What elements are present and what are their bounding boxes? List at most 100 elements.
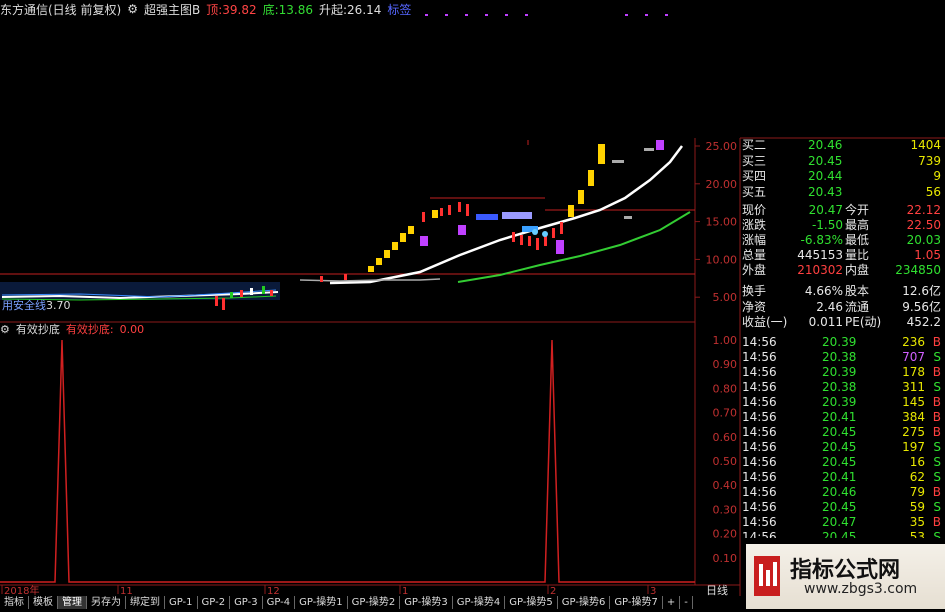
order-label: 买三 <box>742 153 767 168</box>
stats-row: 涨跌 -1.50 最高 22.50 <box>740 218 945 233</box>
tick-time: 14:56 <box>742 529 777 539</box>
order-book-row: 买三 20.45 739 <box>740 154 945 169</box>
tick-time: 14:56 <box>742 484 777 499</box>
tick-time: 14:56 <box>742 349 777 364</box>
gear-icon[interactable]: ⚙ <box>0 323 10 336</box>
tab-14[interactable]: GP-操势6 <box>558 596 611 609</box>
tab-5[interactable]: GP-1 <box>165 596 198 609</box>
tick-row: 14:56 20.45 275 B <box>740 425 945 440</box>
stat-label: 涨跌 <box>742 218 767 232</box>
tick-time: 14:56 <box>742 439 777 454</box>
sub-series-value: 0.00 <box>119 322 145 336</box>
sub-chart-name[interactable]: 有效抄底 <box>16 321 60 337</box>
sub-tick-label: 0.70 <box>713 407 738 420</box>
order-price: 20.46 <box>808 138 843 152</box>
sub-tick-label: 0.40 <box>713 479 738 492</box>
sub-chart-title: ⚙ 有效抄底 有效抄底: 0.00 <box>0 321 145 337</box>
tick-volume: 16 <box>909 454 925 469</box>
sub-tick-label: 0.30 <box>713 503 738 516</box>
add-tab-button[interactable]: + <box>663 596 681 609</box>
tab-12[interactable]: GP-操势4 <box>453 596 506 609</box>
tab-11[interactable]: GP-操势3 <box>400 596 453 609</box>
tick-volume: 79 <box>909 484 925 499</box>
tick-row: 14:56 20.38 311 S <box>740 380 945 395</box>
tab-8[interactable]: GP-4 <box>263 596 296 609</box>
tick-side: B <box>932 364 941 379</box>
tab-9[interactable]: GP-操势1 <box>295 596 348 609</box>
order-book-row: 买四 20.44 9 <box>740 169 945 184</box>
watermark-title: 指标公式网 <box>790 558 901 583</box>
stat-value: -6.83% <box>800 233 843 247</box>
tick-volume: 62 <box>909 469 925 484</box>
tab-6[interactable]: GP-2 <box>198 596 231 609</box>
tab-2[interactable]: 管理 <box>58 596 87 609</box>
tab-1[interactable]: 模板 <box>29 596 58 609</box>
bottom-signal-line <box>0 339 695 583</box>
bottom-value: 13.86 <box>278 2 313 17</box>
tab-7[interactable]: GP-3 <box>230 596 263 609</box>
tab-15[interactable]: GP-操势7 <box>610 596 663 609</box>
tick-volume: 275 <box>902 424 925 439</box>
tick-side: B <box>932 514 941 529</box>
stat-label: 今开 <box>845 203 870 217</box>
safe-line-text: 用安全线 <box>2 299 46 312</box>
stat-label: 最高 <box>845 218 870 232</box>
tick-row: 14:56 20.39 178 B <box>740 365 945 380</box>
tick-side: S <box>933 454 941 469</box>
tick-time: 14:56 <box>742 364 777 379</box>
tick-time: 14:56 <box>742 379 777 394</box>
tick-side: S <box>933 379 941 394</box>
tick-price: 20.39 <box>822 334 857 349</box>
order-price: 20.43 <box>808 184 843 199</box>
sub-tick-label: 0.20 <box>713 528 738 541</box>
stat-value: 2.46 <box>816 299 843 314</box>
tick-volume: 59 <box>909 499 925 514</box>
tick-row: 14:56 20.45 59 S <box>740 500 945 515</box>
tick-side: B <box>932 484 941 499</box>
stat-value: 12.6亿 <box>902 284 941 298</box>
tick-volume: 197 <box>902 439 925 454</box>
sub-tick-label: 0.10 <box>713 552 738 565</box>
stat-value: 1.05 <box>914 248 941 262</box>
tab-3[interactable]: 另存为 <box>87 596 126 609</box>
tick-row: 14:56 20.47 35 B <box>740 515 945 530</box>
stats-row: 涨幅 -6.83% 最低 20.03 <box>740 233 945 248</box>
order-label: 买四 <box>742 169 767 183</box>
price-tick-label: 25.00 <box>706 140 738 153</box>
tick-row: 14:56 20.41 384 B <box>740 410 945 425</box>
sub-tick-label: 0.90 <box>713 358 738 371</box>
tick-price: 20.46 <box>822 484 857 499</box>
sub-tick-label: 0.60 <box>713 431 738 444</box>
gear-icon[interactable]: ⚙ <box>127 2 138 16</box>
tick-side: B <box>932 424 941 439</box>
tick-side: B <box>932 334 941 349</box>
tab-13[interactable]: GP-操势5 <box>505 596 558 609</box>
tab-4[interactable]: 绑定到 <box>126 596 165 609</box>
indicator-name[interactable]: 超强主图B <box>144 1 200 18</box>
tick-price: 20.38 <box>822 349 857 364</box>
tick-time: 14:56 <box>742 334 777 349</box>
tick-row: 14:56 20.45 197 S <box>740 440 945 455</box>
stat-value: 0.011 <box>808 315 843 329</box>
order-label: 买五 <box>742 184 767 199</box>
remove-tab-button[interactable]: - <box>680 596 693 609</box>
stock-name[interactable]: 东方通信(日线 前复权) <box>0 1 121 18</box>
tick-time: 14:56 <box>742 514 777 529</box>
tab-0[interactable]: 指标 <box>0 596 29 609</box>
sub-chart-axis: 1.00 0.90 0.80 0.70 0.60 0.50 0.40 0.30 0.20 0.10 <box>713 334 738 565</box>
tick-time: 14:56 <box>742 454 777 469</box>
tick-row: 14:56 20.45 16 S <box>740 455 945 470</box>
tick-volume: 236 <box>902 334 925 349</box>
stat-value: 22.50 <box>906 218 941 232</box>
tick-side: S <box>933 529 941 539</box>
stat-label: 收益(一) <box>742 315 788 329</box>
safe-line-value: 3.70 <box>46 299 71 312</box>
bottom-label: 底: <box>262 2 279 17</box>
tick-row: 14:56 20.38 707 S <box>740 350 945 365</box>
tab-10[interactable]: GP-操势2 <box>348 596 401 609</box>
tick-time: 14:56 <box>742 409 777 424</box>
order-price: 20.45 <box>808 153 843 168</box>
tick-volume: 145 <box>902 394 925 409</box>
watermark-url: www.zbgs3.com <box>804 581 918 597</box>
tick-row: 14:56 20.39 236 B <box>740 335 945 350</box>
